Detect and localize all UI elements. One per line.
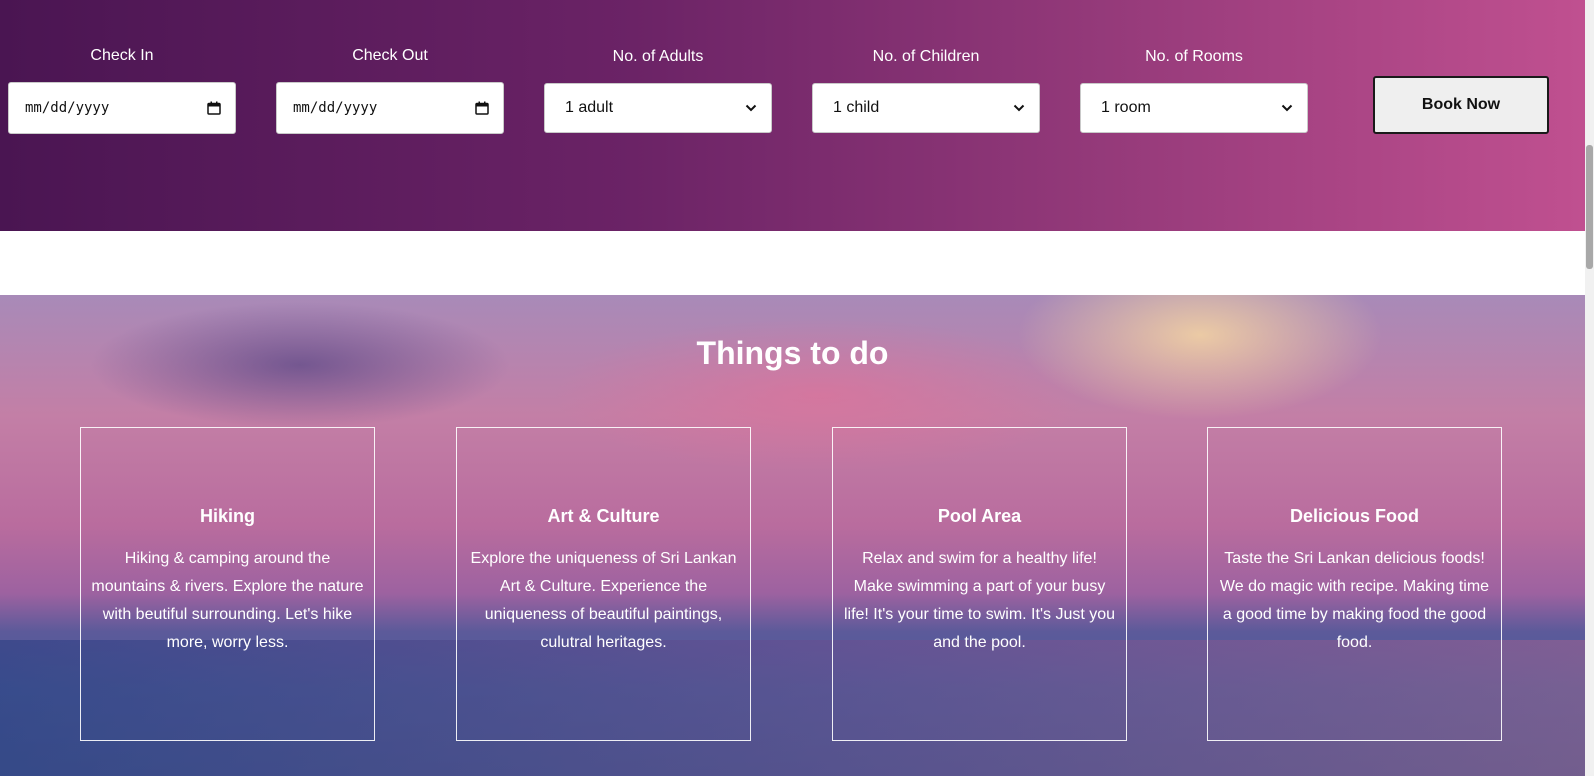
chevron-down-icon [1281,104,1293,112]
check-in-placeholder: mm/dd/yyyy [25,100,110,116]
adults-select[interactable]: 1 adult [544,83,772,133]
rooms-label: No. of Rooms [1145,48,1243,65]
check-out-input[interactable]: mm/dd/yyyy [276,82,504,134]
scrollbar-track[interactable] [1585,0,1594,776]
children-select[interactable]: 1 child [812,83,1040,133]
book-now-button[interactable]: Book Now [1373,76,1549,134]
check-in-label: Check In [90,47,154,64]
chevron-down-icon [1013,104,1025,112]
check-in-input[interactable]: mm/dd/yyyy [8,82,236,134]
children-label: No. of Children [872,48,980,65]
chevron-down-icon [745,104,757,112]
calendar-icon[interactable] [207,101,221,115]
rooms-select[interactable]: 1 room [1080,83,1308,133]
booking-bar: Check In mm/dd/yyyy Check Out mm/dd/yyyy… [0,0,1585,231]
activity-card-hiking: Hiking Hiking & camping around the mount… [80,427,375,741]
activity-card-pool-area: Pool Area Relax and swim for a healthy l… [832,427,1127,741]
children-selected-value: 1 child [833,99,880,116]
calendar-icon[interactable] [475,101,489,115]
card-title: Hiking [199,506,255,526]
section-title: Things to do [696,335,889,371]
card-description: Hiking & camping around the mountains & … [91,550,364,651]
card-title: Pool Area [937,506,1022,526]
rooms-selected-value: 1 room [1101,99,1151,116]
check-out-label: Check Out [352,47,428,64]
scrollbar-thumb[interactable] [1586,145,1593,269]
adults-selected-value: 1 adult [565,99,614,116]
things-to-do-section: Things to do Hiking Hiking & camping aro… [0,295,1585,776]
activity-card-art-culture: Art & Culture Explore the uniqueness of … [456,427,751,741]
card-title: Art & Culture [547,506,660,526]
check-out-placeholder: mm/dd/yyyy [293,100,378,116]
card-description: Relax and swim for a healthy life! Make … [843,550,1116,651]
adults-label: No. of Adults [612,48,704,65]
card-title: Delicious Food [1289,506,1419,526]
card-description: Explore the uniqueness of Sri Lankan Art… [470,550,737,651]
activity-card-delicious-food: Delicious Food Taste the Sri Lankan deli… [1207,427,1502,741]
card-description: Taste the Sri Lankan delicious foods! We… [1219,550,1490,651]
